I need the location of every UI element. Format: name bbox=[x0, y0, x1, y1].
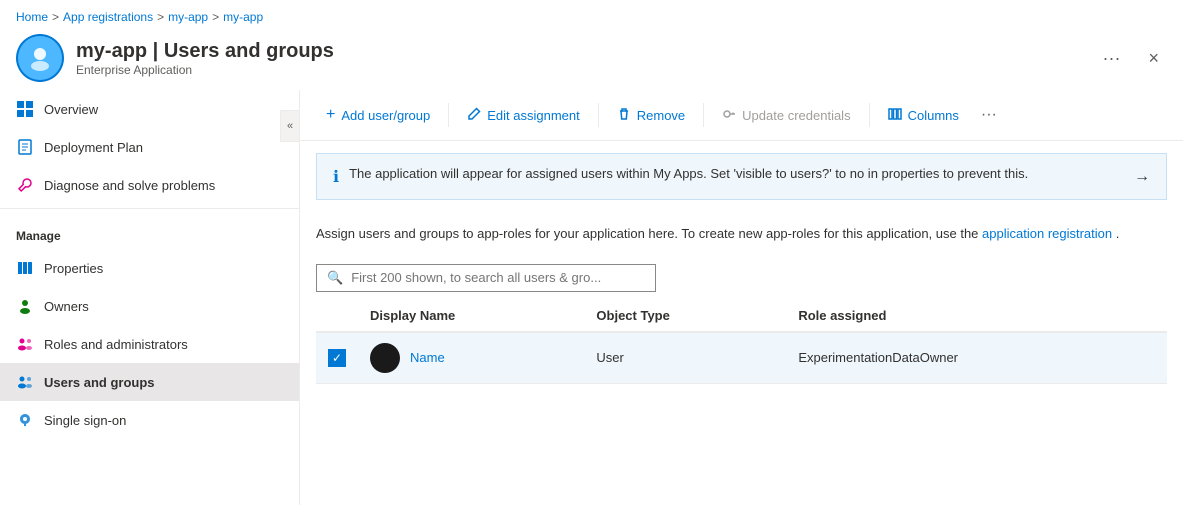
trash-icon bbox=[617, 107, 631, 124]
manage-section-label: Manage bbox=[0, 213, 299, 249]
sidebar-divider bbox=[0, 208, 299, 209]
user-name-link[interactable]: Name bbox=[410, 350, 445, 365]
sidebar-item-sso[interactable]: Single sign-on bbox=[0, 401, 299, 439]
search-box: 🔍 bbox=[316, 264, 656, 292]
breadcrumb-home[interactable]: Home bbox=[16, 10, 48, 24]
update-credentials-label: Update credentials bbox=[742, 108, 850, 123]
sidebar-collapse-button[interactable]: « bbox=[280, 110, 300, 142]
info-banner: ℹ The application will appear for assign… bbox=[316, 153, 1167, 200]
columns-icon bbox=[888, 107, 902, 124]
page-title: my-app | Users and groups bbox=[76, 40, 334, 63]
sidebar-item-roles[interactable]: Roles and administrators bbox=[0, 325, 299, 363]
app-icon bbox=[16, 34, 64, 82]
breadcrumb-my-app-1[interactable]: my-app bbox=[168, 10, 208, 24]
sidebar-item-properties-label: Properties bbox=[44, 261, 103, 276]
toolbar-divider-2 bbox=[598, 103, 599, 127]
description-main: Assign users and groups to app-roles for… bbox=[316, 226, 978, 241]
grid-icon bbox=[16, 100, 34, 118]
row-role: ExperimentationDataOwner bbox=[798, 350, 958, 365]
sidebar-item-deployment[interactable]: Deployment Plan bbox=[0, 128, 299, 166]
breadcrumb: Home > App registrations > my-app > my-a… bbox=[0, 0, 1183, 30]
toolbar-divider-3 bbox=[703, 103, 704, 127]
toolbar-divider-1 bbox=[448, 103, 449, 127]
toolbar: + Add user/group Edit assignment Remove bbox=[300, 90, 1183, 141]
key-icon bbox=[722, 107, 736, 124]
col-display-name: Display Name bbox=[358, 300, 584, 332]
search-container: 🔍 bbox=[300, 256, 1183, 300]
info-arrow-icon: → bbox=[1134, 168, 1150, 186]
sidebar-item-deployment-label: Deployment Plan bbox=[44, 140, 143, 155]
sidebar-item-properties[interactable]: Properties bbox=[0, 249, 299, 287]
page-subtitle: Enterprise Application bbox=[76, 63, 334, 77]
col-checkbox bbox=[316, 300, 358, 332]
app-registration-link[interactable]: application registration bbox=[982, 226, 1112, 241]
search-input[interactable] bbox=[351, 270, 631, 285]
sidebar-item-owners[interactable]: Owners bbox=[0, 287, 299, 325]
row-role-cell: ExperimentationDataOwner bbox=[786, 332, 1167, 384]
table-body: ✓ Name User ExperimentationData bbox=[316, 332, 1167, 384]
close-button[interactable]: × bbox=[1140, 44, 1167, 73]
row-display-name-cell: Name bbox=[358, 332, 584, 384]
main-layout: « Overview Deployment Plan Diagnose and … bbox=[0, 90, 1183, 505]
sidebar-item-overview[interactable]: Overview bbox=[0, 90, 299, 128]
description-suffix: . bbox=[1116, 226, 1120, 241]
remove-label: Remove bbox=[637, 108, 685, 123]
table-header: Display Name Object Type Role assigned bbox=[316, 300, 1167, 332]
table-row[interactable]: ✓ Name User ExperimentationData bbox=[316, 332, 1167, 384]
header-ellipsis-button[interactable]: ··· bbox=[1095, 44, 1129, 73]
users-icon bbox=[16, 373, 34, 391]
users-table: Display Name Object Type Role assigned ✓ bbox=[316, 300, 1167, 384]
row-checkbox[interactable]: ✓ bbox=[328, 349, 346, 367]
sidebar: « Overview Deployment Plan Diagnose and … bbox=[0, 90, 300, 505]
row-checkbox-cell: ✓ bbox=[316, 332, 358, 384]
columns-label: Columns bbox=[908, 108, 959, 123]
search-icon: 🔍 bbox=[327, 270, 343, 286]
info-icon: ℹ bbox=[333, 167, 339, 187]
add-user-group-label: Add user/group bbox=[341, 108, 430, 123]
content-area: + Add user/group Edit assignment Remove bbox=[300, 90, 1183, 505]
toolbar-divider-4 bbox=[869, 103, 870, 127]
columns-button[interactable]: Columns bbox=[878, 101, 969, 130]
sidebar-item-owners-label: Owners bbox=[44, 299, 89, 314]
user-avatar bbox=[370, 343, 400, 373]
sidebar-item-sso-label: Single sign-on bbox=[44, 413, 126, 428]
sidebar-item-diagnose[interactable]: Diagnose and solve problems bbox=[0, 166, 299, 204]
plus-icon: + bbox=[326, 106, 335, 124]
col-role-assigned: Role assigned bbox=[786, 300, 1167, 332]
sidebar-item-users-label: Users and groups bbox=[44, 375, 155, 390]
update-credentials-button[interactable]: Update credentials bbox=[712, 101, 860, 130]
add-user-group-button[interactable]: + Add user/group bbox=[316, 100, 440, 130]
sidebar-item-overview-label: Overview bbox=[44, 102, 98, 117]
breadcrumb-my-app-2[interactable]: my-app bbox=[223, 10, 263, 24]
edit-assignment-button[interactable]: Edit assignment bbox=[457, 101, 590, 130]
table-container: Display Name Object Type Role assigned ✓ bbox=[300, 300, 1183, 505]
row-object-type-cell: User bbox=[584, 332, 786, 384]
breadcrumb-app-registrations[interactable]: App registrations bbox=[63, 10, 153, 24]
owners-icon bbox=[16, 297, 34, 315]
edit-icon bbox=[467, 107, 481, 124]
roles-icon bbox=[16, 335, 34, 353]
sidebar-item-diagnose-label: Diagnose and solve problems bbox=[44, 178, 215, 193]
sidebar-item-users[interactable]: Users and groups bbox=[0, 363, 299, 401]
toolbar-ellipsis-button[interactable]: ··· bbox=[973, 102, 1005, 128]
row-object-type: User bbox=[596, 350, 623, 365]
book-icon bbox=[16, 138, 34, 156]
page-header: my-app | Users and groups Enterprise App… bbox=[0, 30, 1183, 90]
info-banner-text: The application will appear for assigned… bbox=[349, 166, 1124, 181]
properties-icon bbox=[16, 259, 34, 277]
sso-icon bbox=[16, 411, 34, 429]
wrench-icon bbox=[16, 176, 34, 194]
col-object-type: Object Type bbox=[584, 300, 786, 332]
sidebar-item-roles-label: Roles and administrators bbox=[44, 337, 188, 352]
remove-button[interactable]: Remove bbox=[607, 101, 695, 130]
description-text: Assign users and groups to app-roles for… bbox=[300, 212, 1183, 256]
edit-assignment-label: Edit assignment bbox=[487, 108, 580, 123]
